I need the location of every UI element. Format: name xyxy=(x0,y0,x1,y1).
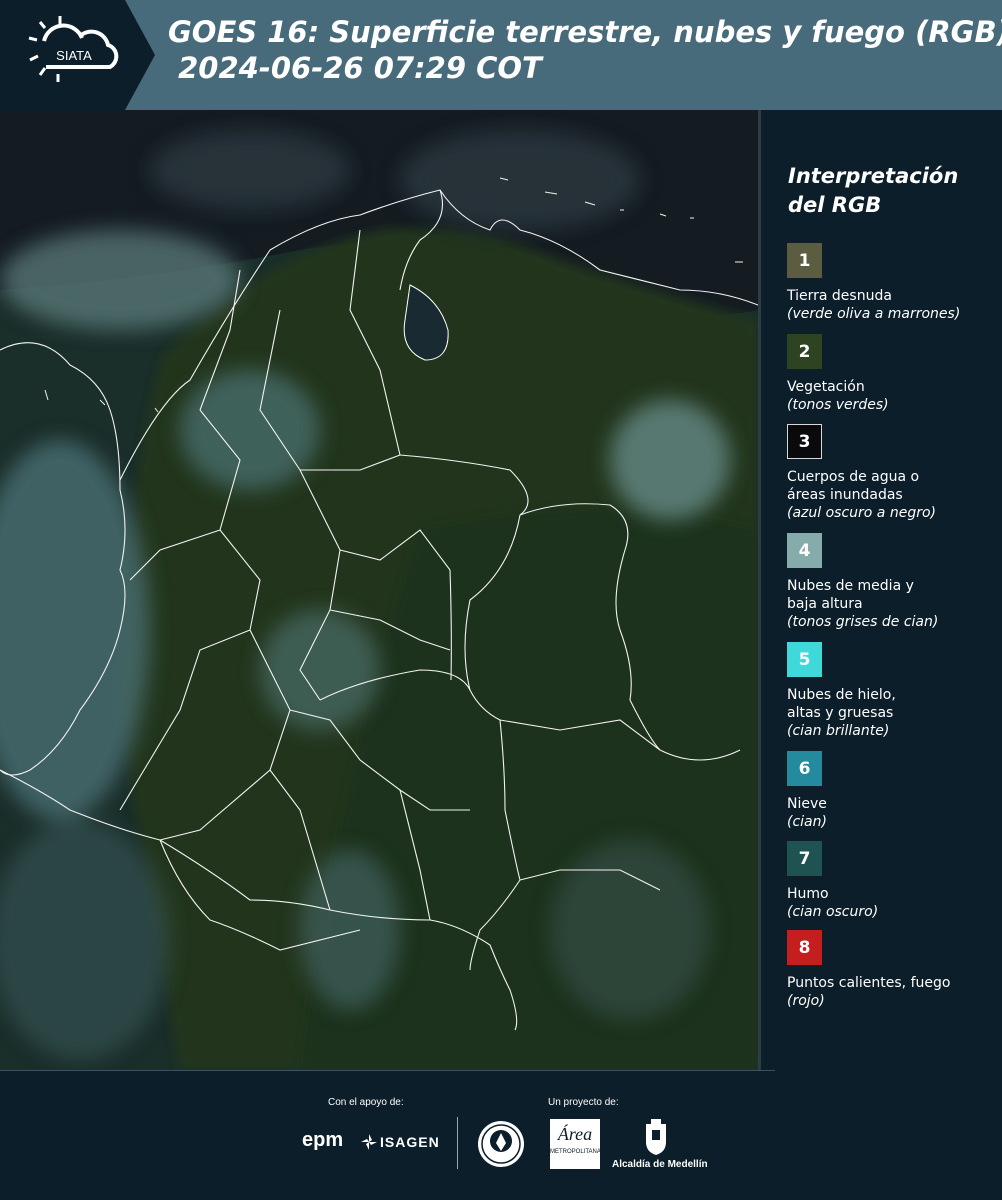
project-label: Un proyecto de: xyxy=(548,1097,619,1108)
legend-sublabel: (cian brillante) xyxy=(787,723,890,739)
seal-logo-icon xyxy=(478,1121,524,1167)
footer-separator xyxy=(457,1117,458,1169)
legend-label: Vegetación xyxy=(787,379,865,395)
legend-item-low-clouds: 4 Nubes de media y baja altura (tonos gr… xyxy=(787,533,997,631)
legend-label: Nieve xyxy=(787,796,827,812)
legend-panel: Interpretación del RGB 1 Tierra desnuda … xyxy=(761,110,1002,1070)
legend-swatch-4: 4 xyxy=(787,533,822,568)
legend-sublabel: (tonos grises de cian) xyxy=(787,614,939,630)
area-metropolitana-logo: Área METROPOLITANA xyxy=(550,1119,601,1169)
title-line-2: 2024-06-26 07:29 COT xyxy=(168,51,542,85)
legend-label: Nubes de media y baja altura xyxy=(787,578,914,612)
legend-item-smoke: 7 Humo (cian oscuro) xyxy=(787,841,997,921)
legend-sublabel: (tonos verdes) xyxy=(787,397,889,413)
legend-item-water: 3 Cuerpos de agua o áreas inundadas (azu… xyxy=(787,424,997,522)
legend-swatch-5: 5 xyxy=(787,642,822,677)
legend-sublabel: (azul oscuro a negro) xyxy=(787,505,936,521)
legend-label: Nubes de hielo, altas y gruesas xyxy=(787,687,896,721)
legend-title: Interpretación del RGB xyxy=(788,164,959,217)
legend-swatch-2: 2 xyxy=(787,334,822,369)
legend-label: Tierra desnuda xyxy=(787,288,892,304)
legend-item-snow: 6 Nieve (cian) xyxy=(787,751,997,831)
legend-label: Cuerpos de agua o áreas inundadas xyxy=(787,469,920,503)
legend-sublabel: (rojo) xyxy=(787,993,825,1009)
header-banner: SIATA GOES 16: Superficie terrestre, nub… xyxy=(0,0,1002,110)
isagen-logo: ISAGEN xyxy=(380,1134,440,1150)
legend-swatch-1: 1 xyxy=(787,243,822,278)
legend-item-bare-soil: 1 Tierra desnuda (verde oliva a marrones… xyxy=(787,243,997,323)
page-title: GOES 16: Superficie terrestre, nubes y f… xyxy=(168,14,1002,86)
svg-text:SIATA: SIATA xyxy=(56,48,92,63)
legend-swatch-7: 7 xyxy=(787,841,822,876)
satellite-map[interactable] xyxy=(0,110,758,1070)
support-label: Con el apoyo de: xyxy=(328,1097,404,1108)
footer: Con el apoyo de: Un proyecto de: epm ISA… xyxy=(0,1071,1002,1200)
epm-logo: epm xyxy=(302,1129,344,1151)
legend-swatch-3: 3 xyxy=(787,424,822,459)
legend-label: Humo xyxy=(787,886,829,902)
legend-sublabel: (verde oliva a marrones) xyxy=(787,306,961,322)
medellin-shield-icon xyxy=(646,1119,666,1155)
title-line-1: GOES 16: Superficie terrestre, nubes y f… xyxy=(168,15,1002,49)
legend-label: Puntos calientes, fuego xyxy=(787,975,951,991)
legend-swatch-8: 8 xyxy=(787,930,822,965)
logo-block: SIATA xyxy=(0,0,155,110)
satellite-image xyxy=(0,110,758,1070)
alcaldia-label: Alcaldía de Medellín xyxy=(612,1159,708,1170)
isagen-logo-icon xyxy=(361,1134,377,1150)
legend-sublabel: (cian) xyxy=(787,814,827,830)
legend-swatch-6: 6 xyxy=(787,751,822,786)
legend-item-vegetation: 2 Vegetación (tonos verdes) xyxy=(787,334,997,414)
legend-item-fire: 8 Puntos calientes, fuego (rojo) xyxy=(787,930,997,1010)
legend-item-ice-clouds: 5 Nubes de hielo, altas y gruesas (cian … xyxy=(787,642,997,740)
legend-sublabel: (cian oscuro) xyxy=(787,904,879,920)
